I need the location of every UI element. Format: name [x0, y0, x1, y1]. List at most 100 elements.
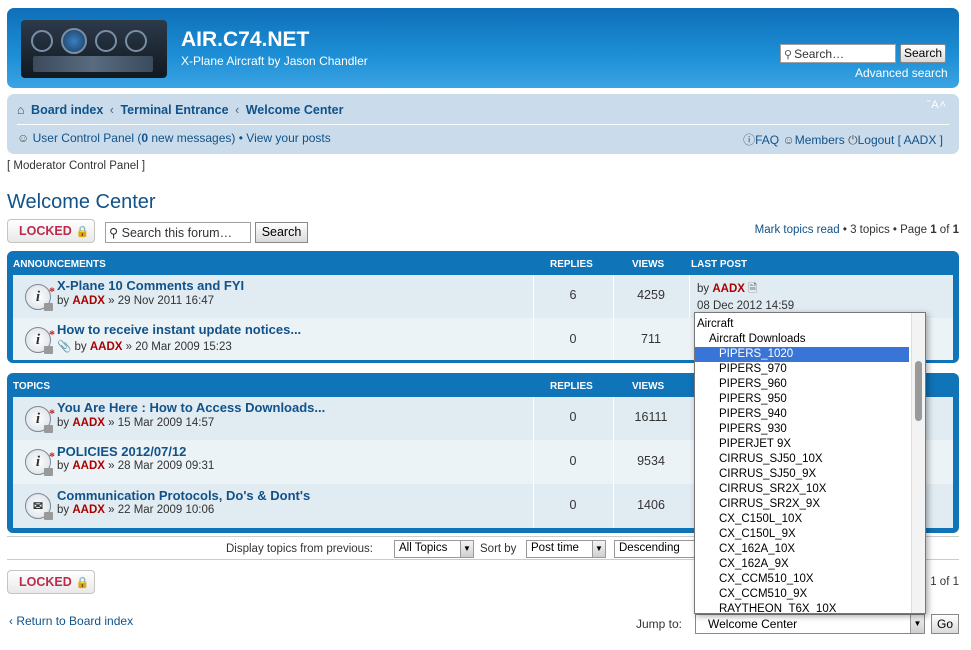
crumb-welcome-center[interactable]: Welcome Center: [246, 103, 344, 117]
search-icon: ⚲: [784, 49, 793, 61]
logout-link[interactable]: Logout [ AADX ]: [858, 133, 943, 147]
advanced-search-link[interactable]: Advanced search: [855, 66, 948, 80]
topic-author[interactable]: AADX: [72, 504, 105, 516]
navbar-right: ⓘFAQ ☺Members ⏻Logout [ AADX ]: [743, 131, 943, 148]
dropdown-option[interactable]: CIRRUS_SR2X_10X: [695, 482, 909, 497]
search-button[interactable]: Search: [900, 44, 946, 63]
crumb-separator: ‹: [109, 103, 114, 117]
dropdown-option[interactable]: CX_162A_9X: [695, 557, 909, 572]
replies-header: REPLIES: [550, 381, 593, 392]
chevron-down-icon: ▼: [592, 541, 605, 557]
ucp-label: User Control Panel (: [32, 131, 142, 145]
topic-meta: by AADX » 28 Mar 2009 09:31: [57, 460, 215, 472]
topic-title[interactable]: Communication Protocols, Do's & Dont's: [57, 488, 310, 503]
font-size-toggle[interactable]: ˇA˄: [927, 99, 947, 111]
dropdown-option[interactable]: PIPERS_950: [695, 392, 909, 407]
faq-icon: ⓘ: [743, 133, 756, 147]
navbar: ⌂ Board index ‹ Terminal Entrance ‹ Welc…: [7, 94, 959, 154]
attachment-icon: 📎: [57, 341, 72, 353]
jump-to-label: Jump to:: [636, 617, 683, 631]
topic-meta: by AADX » 15 Mar 2009 14:57: [57, 417, 215, 429]
dropdown-option[interactable]: PIPERS_970: [695, 362, 909, 377]
scrollbar-thumb[interactable]: [915, 361, 922, 421]
total-pages: 1: [952, 224, 959, 236]
topic-author[interactable]: AADX: [72, 295, 105, 307]
crumb-terminal-entrance[interactable]: Terminal Entrance: [120, 103, 228, 117]
jump-to-select[interactable]: Welcome Center ▼: [695, 614, 925, 634]
forum-search-button[interactable]: Search: [255, 222, 308, 243]
view-latest-post-icon[interactable]: 🗎: [748, 283, 757, 295]
mark-topics-read-link[interactable]: Mark topics read: [755, 224, 840, 236]
ucp-link[interactable]: User Control Panel (0 new messages): [33, 131, 236, 145]
jump-to-dropdown-list[interactable]: Aircraft Aircraft Downloads PIPERS_1020 PIP…: [694, 312, 926, 614]
dropdown-option[interactable]: CX_C150L_10X: [695, 512, 909, 527]
dropdown-option[interactable]: PIPERS_930: [695, 422, 909, 437]
topic-author[interactable]: AADX: [72, 417, 105, 429]
site-title[interactable]: AIR.C74.NET: [181, 28, 309, 52]
members-link[interactable]: Members: [795, 133, 845, 147]
dropdown-option[interactable]: CX_CCM510_9X: [695, 587, 909, 602]
dropdown-option[interactable]: CX_C150L_9X: [695, 527, 909, 542]
site-description: X-Plane Aircraft by Jason Chandler: [181, 54, 368, 68]
forum-search-input[interactable]: ⚲ Search this forum…: [105, 222, 251, 243]
dropdown-option[interactable]: CIRRUS_SJ50_9X: [695, 467, 909, 482]
locked-label: LOCKED: [19, 224, 72, 238]
replies-count: 0: [569, 498, 577, 512]
sticky-locked-icon: i *: [25, 449, 55, 476]
dropdown-option[interactable]: PIPERS_1020: [695, 347, 909, 362]
dropdown-option[interactable]: PIPERS_960: [695, 377, 909, 392]
search-placeholder: Search…: [794, 47, 845, 61]
views-count: 16111: [634, 410, 668, 424]
chevron-down-icon: ▼: [460, 541, 473, 557]
locked-button-top[interactable]: LOCKED 🔒: [7, 219, 95, 243]
lock-icon: 🔒: [75, 577, 90, 589]
moderator-control-panel-link[interactable]: [ Moderator Control Panel ]: [7, 160, 145, 172]
pagination-top: Mark topics read • 3 topics • Page 1 of …: [755, 224, 959, 236]
search-input[interactable]: ⚲ Search…: [780, 44, 896, 63]
last-post-date: 08 Dec 2012 14:59: [697, 300, 795, 312]
topic-title[interactable]: POLICIES 2012/07/12: [57, 444, 186, 459]
topic-title[interactable]: How to receive instant update notices...: [57, 322, 301, 337]
topic-date: » 20 Mar 2009 15:23: [122, 341, 232, 353]
user-control-panel: ☺ User Control Panel (0 new messages) • …: [17, 131, 331, 145]
sort-order-select[interactable]: Descending: [614, 540, 704, 558]
display-topics-label: Display topics from previous:: [226, 543, 373, 555]
sort-by-select[interactable]: Post time ▼: [526, 540, 606, 558]
user-icon: ☺: [17, 131, 30, 145]
faq-link[interactable]: FAQ: [755, 133, 779, 147]
display-topics-select[interactable]: All Topics ▼: [394, 540, 474, 558]
topic-author[interactable]: AADX: [90, 341, 123, 353]
search-icon: ⚲: [109, 226, 119, 240]
sticky-locked-icon: i *: [25, 406, 55, 433]
locked-label: LOCKED: [19, 575, 72, 589]
dropdown-option[interactable]: Aircraft Downloads: [695, 332, 909, 347]
site-logo[interactable]: [21, 20, 167, 78]
topic-title[interactable]: X-Plane 10 Comments and FYI: [57, 278, 244, 293]
views-header: VIEWS: [632, 259, 665, 270]
breadcrumb: ⌂ Board index ‹ Terminal Entrance ‹ Welc…: [17, 103, 343, 117]
topic-author[interactable]: AADX: [72, 460, 105, 472]
page-title[interactable]: Welcome Center: [7, 191, 156, 214]
dropdown-option[interactable]: RAYTHEON_T6X_10X: [695, 602, 909, 613]
dropdown-option[interactable]: Aircraft: [695, 317, 909, 332]
announcement-locked-icon: i *: [25, 327, 55, 354]
announcement-locked-icon: i *: [25, 284, 55, 311]
go-button[interactable]: Go: [931, 614, 959, 634]
dropdown-option[interactable]: PIPERS_940: [695, 407, 909, 422]
dropdown-option[interactable]: PIPERJET 9X: [695, 437, 909, 452]
crumb-board-index[interactable]: Board index: [31, 103, 103, 117]
locked-button-bottom[interactable]: LOCKED 🔒: [7, 570, 95, 594]
last-post-author[interactable]: AADX: [712, 283, 745, 295]
topic-meta: 📎 by AADX » 20 Mar 2009 15:23: [57, 341, 232, 353]
dropdown-option[interactable]: CIRRUS_SR2X_9X: [695, 497, 909, 512]
view-posts-link[interactable]: View your posts: [246, 131, 331, 145]
replies-count: 0: [569, 454, 577, 468]
views-count: 711: [641, 332, 661, 346]
dropdown-option[interactable]: CIRRUS_SJ50_10X: [695, 452, 909, 467]
dropdown-option[interactable]: CX_162A_10X: [695, 542, 909, 557]
return-to-board-index-link[interactable]: ‹ Return to Board index: [9, 614, 133, 628]
topic-title[interactable]: You Are Here : How to Access Downloads..…: [57, 400, 325, 415]
pagination-bottom: 1 of 1: [930, 576, 959, 588]
dropdown-option[interactable]: CX_CCM510_10X: [695, 572, 909, 587]
dropdown-scrollbar[interactable]: [911, 313, 925, 613]
